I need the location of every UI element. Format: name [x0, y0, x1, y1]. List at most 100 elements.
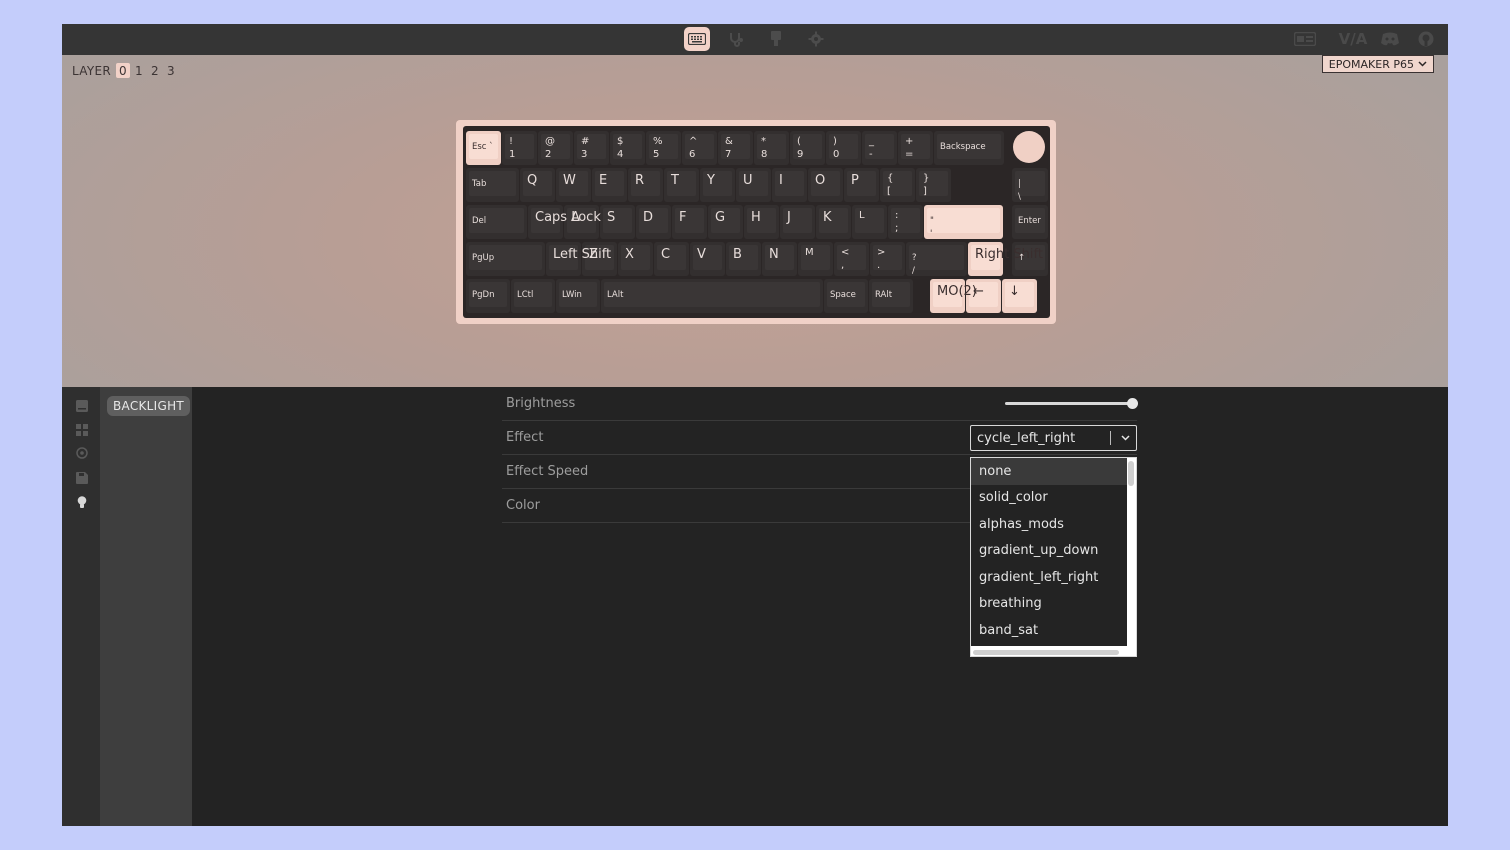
key-tab-14[interactable]: Tab — [466, 168, 519, 202]
key-u-21[interactable]: U — [736, 168, 771, 202]
key-1-1[interactable]: ! 1 — [502, 131, 537, 165]
key-esc-0[interactable]: Esc ` — [466, 131, 501, 165]
key-backspace-13[interactable]: Backspace — [934, 131, 1004, 165]
key-g-34[interactable]: G — [708, 205, 743, 239]
github-icon[interactable] — [1417, 29, 1435, 49]
layouts-icon[interactable] — [75, 446, 89, 460]
key-k-37[interactable]: K — [816, 205, 851, 239]
key-ralt-61[interactable]: RAlt — [869, 279, 913, 313]
key-legend: ! 1 — [509, 136, 516, 160]
keyboard-image-icon[interactable] — [1294, 29, 1316, 49]
key-r-18[interactable]: R — [628, 168, 663, 202]
key-symbol-12[interactable]: + = — [898, 131, 933, 165]
key-legend: H — [751, 210, 761, 225]
key-e-17[interactable]: E — [592, 168, 627, 202]
key-4-4[interactable]: $ 4 — [610, 131, 645, 165]
key-mo-2-62[interactable]: MO(2) — [930, 279, 977, 313]
keyboard-icon[interactable] — [684, 27, 710, 51]
effect-option-solid-color[interactable]: solid_color — [971, 485, 1127, 512]
save-load-icon[interactable] — [75, 471, 89, 485]
chevron-down-icon[interactable] — [1118, 430, 1132, 446]
key-8-8[interactable]: * 8 — [754, 131, 789, 165]
stethoscope-icon[interactable] — [723, 27, 749, 51]
discord-icon[interactable] — [1380, 29, 1400, 49]
key-symbol-40[interactable]: " ' — [924, 205, 1003, 239]
effect-option-gradient-left-right[interactable]: gradient_left_right — [971, 564, 1127, 591]
key-right-shift-54[interactable]: Right Shift — [968, 242, 1043, 276]
key-b-48[interactable]: B — [726, 242, 761, 276]
key-lalt-59[interactable]: LAlt — [601, 279, 823, 313]
effect-option-breathing[interactable]: breathing — [971, 591, 1127, 618]
brightness-slider[interactable] — [1005, 402, 1131, 405]
key-n-49[interactable]: N — [762, 242, 797, 276]
key-symbol-53[interactable]: ? / — [906, 242, 967, 276]
key-del-28[interactable]: Del — [466, 205, 527, 239]
key-f-33[interactable]: F — [672, 205, 707, 239]
key-caps-lock-29[interactable]: Caps Lock — [528, 205, 601, 239]
keyboard-model-select[interactable]: EPOMAKER P65 — [1321, 55, 1434, 73]
key-o-23[interactable]: O — [808, 168, 843, 202]
key-0-10[interactable]: ) 0 — [826, 131, 861, 165]
key-y-20[interactable]: Y — [700, 168, 735, 202]
key-w-16[interactable]: W — [556, 168, 591, 202]
key-t-19[interactable]: T — [664, 168, 699, 202]
key-c-46[interactable]: C — [654, 242, 689, 276]
effect-options-list: none solid_color alphas_mods gradient_up… — [971, 458, 1127, 646]
key-pgdn-56[interactable]: PgDn — [466, 279, 510, 313]
key-symbol-39[interactable]: : ; — [888, 205, 923, 239]
gear-icon[interactable] — [803, 27, 829, 51]
key-legend: S — [607, 210, 616, 225]
key-space-60[interactable]: Space — [824, 279, 868, 313]
key-s-31[interactable]: S — [600, 205, 635, 239]
key-d-32[interactable]: D — [636, 205, 671, 239]
key-m-50[interactable]: M — [798, 242, 833, 276]
key-7-7[interactable]: & 7 — [718, 131, 753, 165]
lighting-bulb-icon[interactable] — [75, 495, 89, 509]
key-q-15[interactable]: Q — [520, 168, 555, 202]
key-i-22[interactable]: I — [772, 168, 807, 202]
key-v-47[interactable]: V — [690, 242, 725, 276]
brightness-slider-thumb[interactable] — [1127, 398, 1138, 409]
key-p-24[interactable]: P — [844, 168, 879, 202]
key-symbol-25[interactable]: { [ — [880, 168, 915, 202]
rotary-knob[interactable] — [1013, 131, 1045, 163]
key-lctl-57[interactable]: LCtl — [511, 279, 555, 313]
backlight-menu-item[interactable]: BACKLIGHT — [107, 396, 191, 416]
key-lwin-58[interactable]: LWin — [556, 279, 600, 313]
effect-option-gradient-up-down[interactable]: gradient_up_down — [971, 538, 1127, 565]
key-h-35[interactable]: H — [744, 205, 779, 239]
key-enter-41[interactable]: Enter — [1012, 205, 1048, 239]
key-j-36[interactable]: J — [780, 205, 815, 239]
effect-select[interactable]: cycle_left_right — [970, 425, 1137, 451]
effect-option-band-sat[interactable]: band_sat — [971, 617, 1127, 644]
key-9-9[interactable]: ( 9 — [790, 131, 825, 165]
key-left-shift-43[interactable]: Left Shift — [546, 242, 611, 276]
dropdown-vertical-scrollbar[interactable] — [1128, 461, 1134, 486]
effect-option-none[interactable]: none — [971, 458, 1127, 485]
brush-icon[interactable] — [763, 27, 789, 51]
key-pgup-42[interactable]: PgUp — [466, 242, 545, 276]
key-symbol-51[interactable]: < , — [834, 242, 869, 276]
key-2-2[interactable]: @ 2 — [538, 131, 573, 165]
key-legend: _ - — [869, 136, 874, 160]
key-symbol-27[interactable]: | \ — [1012, 168, 1048, 202]
keymap-icon[interactable] — [75, 399, 89, 413]
layer-0-button[interactable]: 0 — [116, 63, 130, 78]
key-3-3[interactable]: # 3 — [574, 131, 609, 165]
key-5-5[interactable]: % 5 — [646, 131, 681, 165]
key-symbol-52[interactable]: > . — [870, 242, 905, 276]
layer-2-button[interactable]: 2 — [148, 63, 162, 78]
via-logo[interactable]: V/A — [1339, 29, 1368, 49]
layer-1-button[interactable]: 1 — [132, 63, 146, 78]
key-l-38[interactable]: L — [852, 205, 887, 239]
key-6-6[interactable]: ^ 6 — [682, 131, 717, 165]
effect-option-alphas-mods[interactable]: alphas_mods — [971, 511, 1127, 538]
dropdown-horizontal-scrollbar[interactable] — [973, 650, 1119, 655]
key-legend: @ 2 — [545, 136, 555, 160]
key-x-45[interactable]: X — [618, 242, 653, 276]
macros-icon[interactable] — [75, 423, 89, 437]
layer-3-button[interactable]: 3 — [164, 63, 178, 78]
key-symbol-11[interactable]: _ - — [862, 131, 897, 165]
key-symbol-64[interactable]: ↓ — [1002, 279, 1037, 313]
key-symbol-26[interactable]: } ] — [916, 168, 951, 202]
